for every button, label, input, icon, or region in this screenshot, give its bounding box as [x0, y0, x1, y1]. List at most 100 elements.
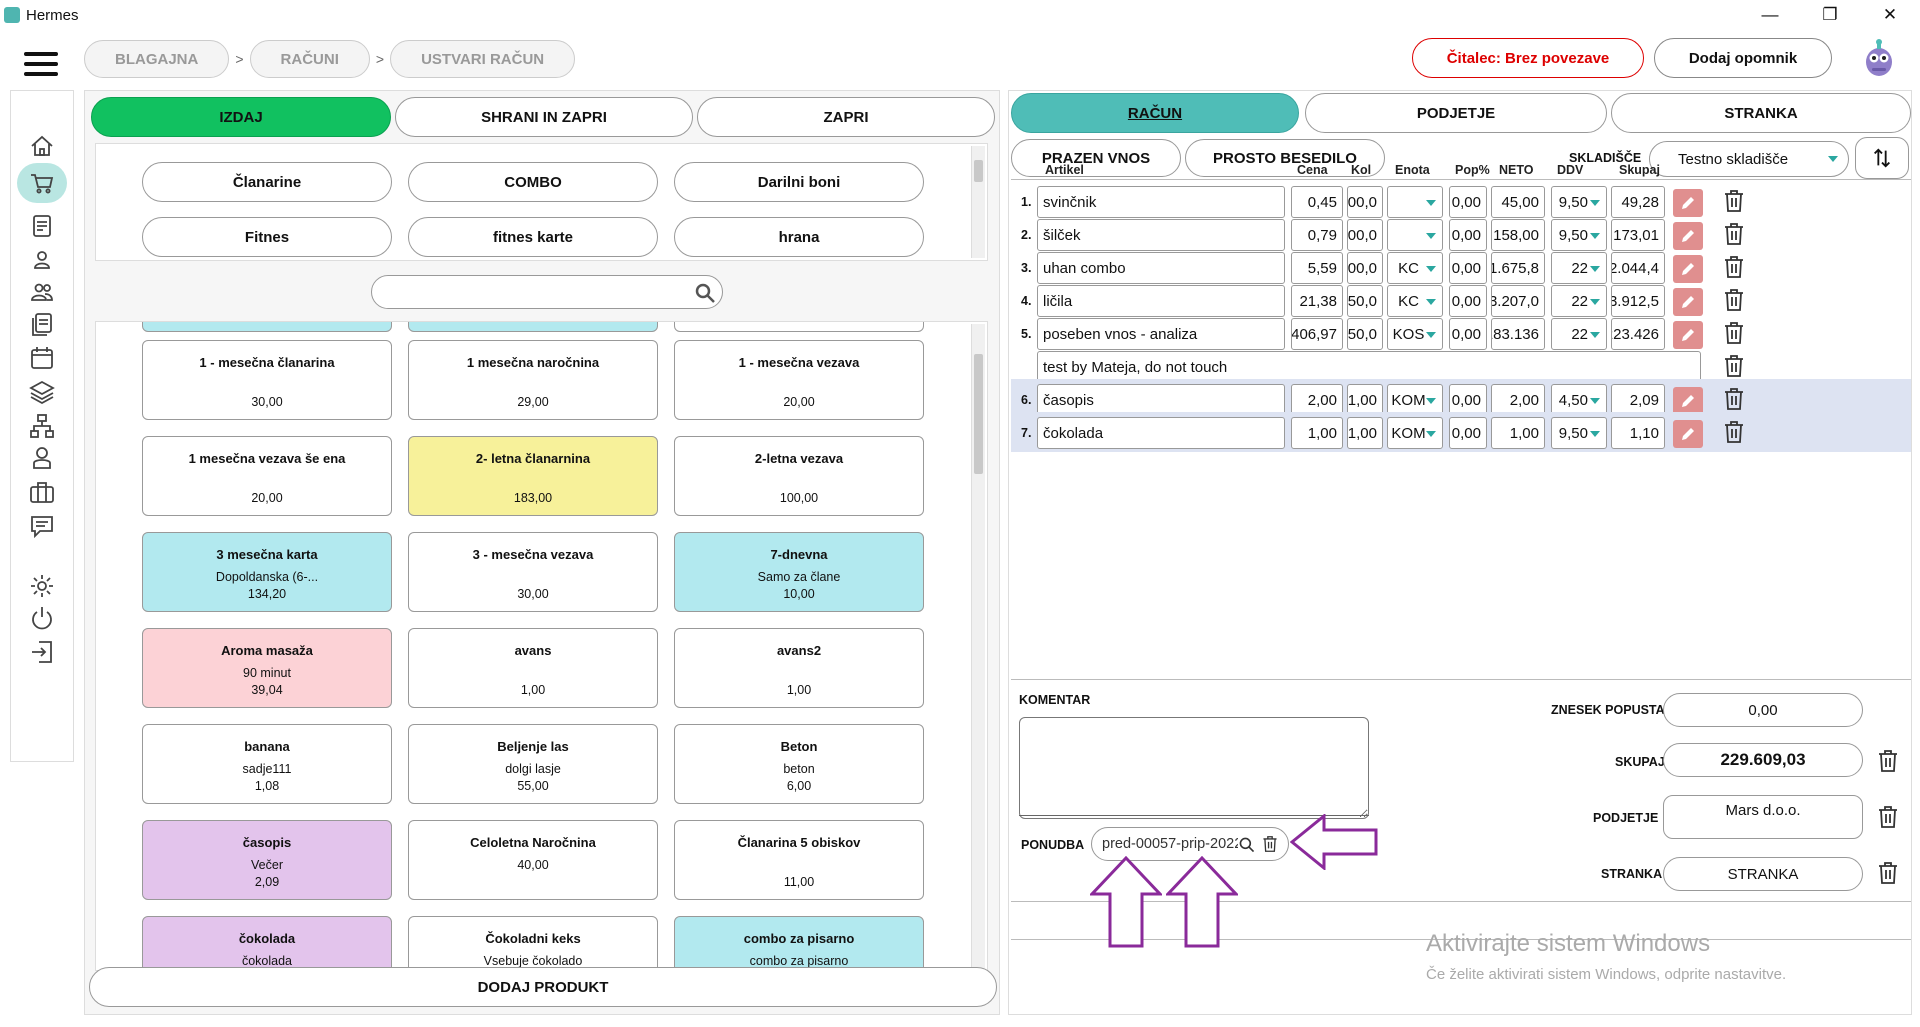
trash-icon[interactable]	[1723, 387, 1747, 413]
reader-status-button[interactable]: Čitalec: Brez povezave	[1412, 38, 1644, 78]
edit-icon[interactable]	[1673, 387, 1703, 415]
close-icon[interactable]: ✕	[1860, 0, 1920, 30]
product-card[interactable]: Članarina 5 obiskov 11,00	[674, 820, 924, 900]
trash-icon[interactable]	[1877, 805, 1901, 831]
product-card[interactable]: banana sadje111 1,08	[142, 724, 392, 804]
product-card[interactable]: Beljenje las dolgi lasje 55,00	[408, 724, 658, 804]
menu-icon[interactable]	[24, 52, 58, 76]
product-scrollbar[interactable]	[971, 324, 985, 968]
trash-icon[interactable]	[1723, 222, 1747, 248]
breadcrumb-racuni[interactable]: RAČUNI	[249, 40, 370, 78]
minimize-icon[interactable]: —	[1740, 0, 1800, 30]
product-card[interactable]: Aroma masaža 90 minut 39,04	[142, 628, 392, 708]
trash-icon[interactable]	[1877, 749, 1901, 775]
net-field[interactable]: 1,00	[1491, 417, 1545, 449]
product-card[interactable]: 1 - mesečna vezava 20,00	[674, 340, 924, 420]
company-field[interactable]: Mars d.o.o.	[1663, 795, 1863, 839]
home-icon[interactable]	[27, 131, 57, 161]
product-card[interactable]: 2-letna vezava 100,00	[674, 436, 924, 516]
product-card[interactable]: Celoletna Naročnina 40,00	[408, 820, 658, 900]
trash-icon[interactable]	[1723, 321, 1747, 347]
tab-customer[interactable]: STRANKA	[1611, 93, 1911, 133]
product-card[interactable]: combo za pisarno combo za pisarno	[674, 916, 924, 970]
restore-icon[interactable]: ❐	[1800, 0, 1860, 30]
employee-icon[interactable]	[27, 443, 57, 473]
user-icon[interactable]	[27, 245, 57, 275]
category-button[interactable]: Darilni boni	[674, 162, 924, 202]
customer-field[interactable]: STRANKA	[1663, 857, 1863, 891]
empty-entry-button[interactable]: PRAZEN VNOS	[1011, 139, 1181, 177]
article-field[interactable]: čokolada	[1037, 417, 1285, 449]
category-button[interactable]: hrana	[674, 217, 924, 257]
add-reminder-button[interactable]: Dodaj opomnik	[1654, 38, 1832, 78]
avatar[interactable]	[1860, 38, 1898, 78]
edit-icon[interactable]	[1673, 321, 1703, 349]
issue-button[interactable]: IZDAJ	[91, 97, 391, 137]
edit-icon[interactable]	[1673, 189, 1703, 217]
trash-icon[interactable]	[1877, 861, 1901, 887]
category-button[interactable]: fitnes karte	[408, 217, 658, 257]
edit-icon[interactable]	[1673, 420, 1703, 448]
product-card[interactable]: Čokoladni keks Vsebuje čokolado	[408, 916, 658, 970]
search-icon[interactable]	[694, 282, 716, 304]
layers-icon[interactable]	[27, 377, 57, 407]
trash-icon[interactable]	[1262, 835, 1278, 853]
product-card[interactable]: 1 - mesečna članarina 30,00	[142, 340, 392, 420]
product-card[interactable]: Beton beton 6,00	[674, 724, 924, 804]
trash-icon[interactable]	[1723, 420, 1747, 446]
price-field[interactable]: 1,00	[1291, 417, 1343, 449]
disc-field[interactable]: 0,00	[1449, 417, 1487, 449]
product-card[interactable]: 7-dnevna Samo za člane 10,00	[674, 532, 924, 612]
trash-icon[interactable]	[1723, 288, 1747, 314]
logout-icon[interactable]	[27, 637, 57, 667]
search-icon[interactable]	[1238, 836, 1256, 854]
vat-field[interactable]: 9,50	[1551, 417, 1607, 449]
product-card[interactable]: 2- letna članarnina 183,00	[408, 436, 658, 516]
trash-icon[interactable]	[1723, 354, 1747, 380]
invoices-icon[interactable]	[27, 309, 57, 339]
chat-icon[interactable]	[27, 511, 57, 541]
product-card[interactable]: čokolada čokolada	[142, 916, 392, 970]
sort-button[interactable]	[1855, 137, 1909, 179]
settings-icon[interactable]	[27, 571, 57, 601]
tab-invoice[interactable]: RAČUN	[1011, 93, 1299, 133]
briefcase-icon[interactable]	[27, 477, 57, 507]
product-card[interactable]: 3 - mesečna vezava 30,00	[408, 532, 658, 612]
search-input[interactable]	[386, 276, 686, 306]
qty-field[interactable]: 1,00	[1347, 417, 1383, 449]
category-button[interactable]: Fitnes	[142, 217, 392, 257]
edit-icon[interactable]	[1673, 288, 1703, 316]
category-scrollbar[interactable]	[971, 146, 985, 258]
power-icon[interactable]	[27, 603, 57, 633]
category-button[interactable]: COMBO	[408, 162, 658, 202]
users-icon[interactable]	[27, 277, 57, 307]
comment-field[interactable]	[1019, 717, 1369, 819]
breadcrumb-ustvari-racun[interactable]: USTVARI RAČUN	[390, 40, 576, 78]
category-button[interactable]: Članarine	[142, 162, 392, 202]
edit-icon[interactable]	[1673, 222, 1703, 250]
product-card[interactable]: avans2 1,00	[674, 628, 924, 708]
warehouse-select[interactable]: Testno skladišče	[1649, 141, 1849, 177]
trash-icon[interactable]	[1723, 255, 1747, 281]
product-card-partial[interactable]	[142, 322, 392, 332]
trash-icon[interactable]	[1723, 189, 1747, 215]
product-card[interactable]: 1 mesečna naročnina 29,00	[408, 340, 658, 420]
edit-icon[interactable]	[1673, 255, 1703, 283]
product-card[interactable]: časopis Večer 2,09	[142, 820, 392, 900]
document-icon[interactable]	[27, 211, 57, 241]
cart-icon[interactable]	[17, 163, 67, 203]
total-field[interactable]: 1,10	[1611, 417, 1665, 449]
save-close-button[interactable]: SHRANI IN ZAPRI	[395, 97, 693, 137]
product-card-partial[interactable]	[674, 322, 924, 332]
tab-split[interactable]: PODJETJE	[1305, 93, 1607, 133]
breadcrumb-blagajna[interactable]: BLAGAJNA	[84, 40, 230, 78]
product-card[interactable]: 3 mesečna karta Dopoldanska (6-... 134,20	[142, 532, 392, 612]
product-card-partial[interactable]	[408, 322, 658, 332]
product-card[interactable]: 1 mesečna vezava še ena 20,00	[142, 436, 392, 516]
product-card[interactable]: avans 1,00	[408, 628, 658, 708]
close-button[interactable]: ZAPRI	[697, 97, 995, 137]
calendar-icon[interactable]	[27, 343, 57, 373]
unit-field[interactable]: KOM	[1387, 417, 1443, 449]
add-product-button[interactable]: DODAJ PRODUKT	[89, 967, 997, 1007]
sitemap-icon[interactable]	[27, 411, 57, 441]
